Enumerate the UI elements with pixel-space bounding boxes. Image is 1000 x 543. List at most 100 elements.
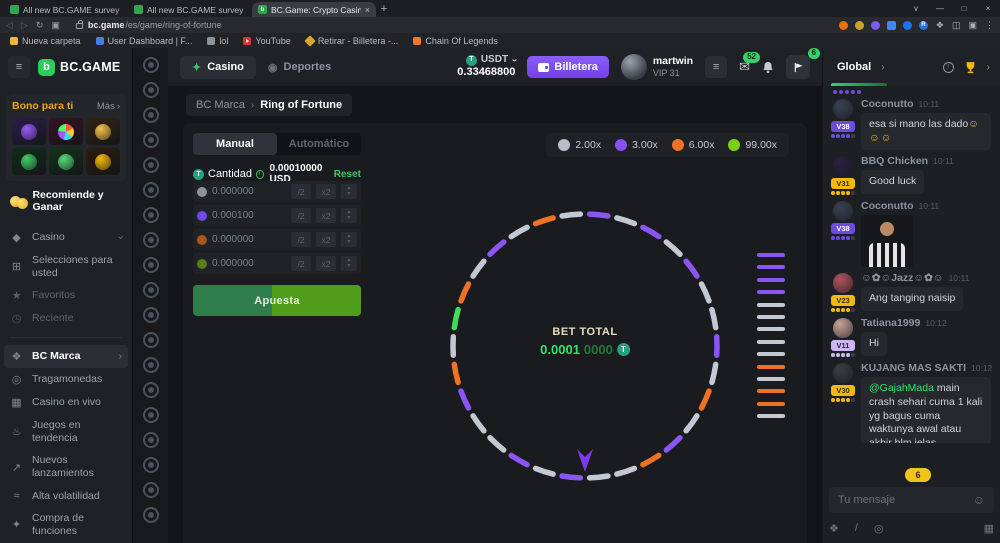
avatar[interactable] — [833, 201, 853, 221]
tab-casino[interactable]: ✦ Casino — [180, 56, 256, 79]
sidebar-item-tragamonedas[interactable]: ◎Tragamonedas — [0, 368, 132, 391]
bookmark-item[interactable]: Nueva carpeta — [10, 36, 81, 46]
bonus-piggy-tile[interactable] — [86, 118, 120, 145]
game-category-icon[interactable] — [143, 307, 159, 323]
collapse-chat-icon[interactable]: › — [987, 62, 990, 73]
close-icon[interactable]: × — [976, 4, 1000, 13]
chat-input[interactable]: Tu mensaje ☺ — [829, 487, 994, 513]
message-username[interactable]: ☺✿☺Jazz☺✿☺ — [861, 272, 944, 284]
bookmark-item[interactable]: lol — [207, 36, 228, 46]
game-category-icon[interactable] — [143, 482, 159, 498]
side-panel-icon[interactable]: ◫ — [952, 20, 961, 31]
bookmark-tab-icon[interactable]: ▣ — [51, 20, 60, 31]
sidebar-item-selecciones-para-usted[interactable]: ⊞Selecciones para usted — [0, 249, 132, 284]
game-category-icon[interactable] — [143, 332, 159, 348]
browser-more-icon[interactable]: ⋮ — [985, 20, 994, 31]
mail-button[interactable]: ✉ 52 — [739, 59, 750, 75]
bookmark-item[interactable]: User Dashboard | F... — [96, 36, 193, 46]
browser-tab[interactable]: All new BC.GAME survey & feedback r — [128, 2, 252, 17]
sidebar-item-bc-marca[interactable]: ❖BC Marca› — [4, 345, 128, 368]
hamburger-icon[interactable]: ≡ — [8, 56, 30, 78]
message-username[interactable]: Coconutto — [861, 200, 914, 212]
browser-tab[interactable]: All new BC.GAME survey & feedback r — [4, 2, 128, 17]
command-icon[interactable]: / — [855, 522, 858, 534]
chat-rules-icon[interactable]: ! — [943, 62, 954, 73]
chat-user[interactable]: V30 — [829, 363, 857, 402]
ext-blue-square-icon[interactable] — [887, 21, 896, 30]
bonus-spin-tile[interactable] — [12, 118, 46, 145]
gif-keyboard-icon[interactable]: ▦ — [984, 522, 994, 535]
referral-link[interactable]: Recomiende y Ganar — [0, 181, 132, 220]
avatar[interactable] — [833, 156, 853, 176]
game-category-icon[interactable] — [143, 82, 159, 98]
trophy-icon[interactable] — [964, 61, 977, 74]
chat-user[interactable]: V38 — [829, 99, 857, 138]
wallet-button[interactable]: Billetera — [527, 56, 608, 78]
sidebar-item-reciente[interactable]: ◷Reciente — [0, 307, 132, 330]
ext-r-icon[interactable]: R — [919, 21, 928, 30]
game-category-icon[interactable] — [143, 382, 159, 398]
browser-tab[interactable]: bBC.Game: Crypto Casino Games &× — [252, 2, 376, 17]
breadcrumb-parent[interactable]: BC Marca — [196, 99, 245, 111]
chevron-right-icon[interactable]: › — [881, 62, 884, 73]
message-username[interactable]: Tatiana1999 — [861, 317, 920, 329]
chat-image[interactable] — [861, 215, 913, 267]
sidebar-item-favoritos[interactable]: ★Favoritos — [0, 284, 132, 307]
avatar[interactable] — [833, 99, 853, 119]
browser-menu-icon[interactable]: v — [904, 4, 928, 13]
bookmark-item[interactable]: YouTube — [243, 36, 290, 46]
bonus-sack-tile[interactable] — [86, 148, 120, 175]
chat-channel-tab[interactable]: Global — [833, 61, 875, 73]
game-category-icon[interactable] — [143, 457, 159, 473]
bookmark-item[interactable]: Chain Of Legends — [413, 36, 498, 46]
sidebar-item-casino[interactable]: ◆Casino› — [0, 226, 132, 249]
game-category-icon[interactable] — [143, 407, 159, 423]
bonus-wheel-tile[interactable] — [49, 118, 83, 145]
chat-toggle-button[interactable]: 6 — [786, 55, 810, 79]
message-username[interactable]: BBQ Chicken — [861, 155, 928, 167]
bonus-cash-tile[interactable] — [49, 148, 83, 175]
quick-menu-button[interactable]: ≡ — [705, 56, 727, 78]
game-category-icon[interactable] — [143, 507, 159, 523]
unread-count-pill[interactable]: 6 — [905, 468, 931, 482]
puzzle-icon[interactable]: ❖ — [936, 20, 944, 31]
chat-user[interactable]: V38 — [829, 201, 857, 240]
avatar[interactable] — [833, 273, 853, 293]
avatar[interactable] — [621, 54, 647, 80]
maximize-icon[interactable]: □ — [952, 4, 976, 13]
bonus-more-link[interactable]: Más› — [97, 101, 120, 112]
tip-coin-icon[interactable]: ◎ — [874, 522, 884, 535]
bonus-potion-tile[interactable] — [12, 148, 46, 175]
game-category-icon[interactable] — [143, 282, 159, 298]
balance-selector[interactable]: T USDT › 0.33468800 — [457, 54, 515, 80]
bookmark-item[interactable]: Retirar - Billetera -... — [306, 36, 399, 46]
url-bar[interactable]: bc.game /es/game/ring-of-fortune — [68, 20, 831, 30]
chat-user[interactable]: V11 — [829, 318, 857, 357]
chat-user[interactable]: V31 — [829, 156, 857, 195]
avatar[interactable] — [833, 363, 853, 383]
game-category-icon[interactable] — [143, 357, 159, 373]
game-category-icon[interactable] — [143, 57, 159, 73]
back-icon[interactable]: ◁ — [6, 20, 13, 31]
game-category-icon[interactable] — [143, 232, 159, 248]
emoji-icon[interactable]: ☺ — [973, 493, 985, 507]
forward-icon[interactable]: ▷ — [21, 20, 28, 31]
new-tab-button[interactable]: + — [376, 2, 392, 17]
game-category-icon[interactable] — [143, 182, 159, 198]
ext-blue-icon[interactable] — [903, 21, 912, 30]
message-username[interactable]: Coconutto — [861, 98, 914, 110]
minimize-icon[interactable]: — — [928, 4, 952, 13]
sidebar-item-casino-en-vivo[interactable]: ▦Casino en vivo — [0, 391, 132, 414]
game-category-icon[interactable] — [143, 107, 159, 123]
tab-deportes[interactable]: ◉ Deportes — [268, 61, 331, 74]
game-category-icon[interactable] — [143, 432, 159, 448]
ext-orange-icon[interactable] — [839, 21, 848, 30]
sidebar-item-nuevos-lanzamientos[interactable]: ↗Nuevos lanzamientos — [0, 449, 132, 484]
notifications-button[interactable] — [762, 61, 774, 74]
sidebar-item-juegos-en-tendencia[interactable]: ♨Juegos en tendencia — [0, 414, 132, 449]
close-tab-icon[interactable]: × — [365, 5, 370, 15]
dice-shortcut-icon[interactable]: ❖ — [829, 522, 839, 535]
game-category-icon[interactable] — [143, 157, 159, 173]
user-profile[interactable]: martwin VIP 31 — [621, 54, 693, 80]
reload-icon[interactable]: ↻ — [36, 20, 44, 31]
